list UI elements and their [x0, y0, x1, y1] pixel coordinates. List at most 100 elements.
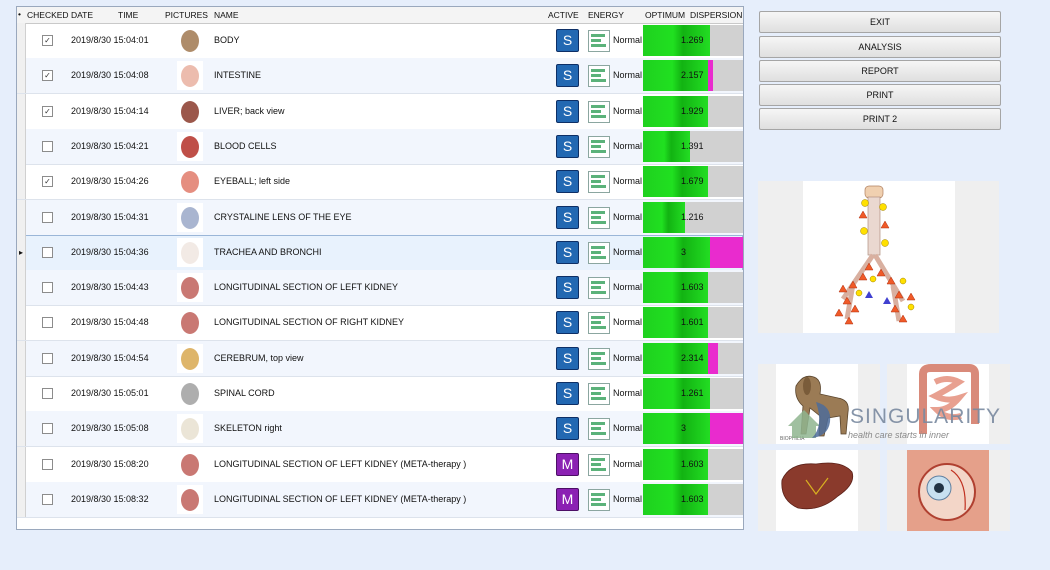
- energy-status: Normal: [613, 317, 643, 328]
- active-mode-button[interactable]: S: [556, 64, 579, 88]
- active-mode-button[interactable]: S: [556, 382, 579, 405]
- header-pictures[interactable]: PICTURES: [165, 10, 208, 20]
- table-row[interactable]: 2019/8/30 15:05:08 SKELETON right S Normal 3: [17, 411, 743, 448]
- table-row[interactable]: ✓ 2019/8/30 15:04:08 INTESTINE S Normal 2.157: [17, 58, 743, 95]
- dispersion-bar-fill: [643, 413, 710, 445]
- energy-chart-icon: [588, 383, 610, 405]
- dispersion-value: 1.929: [681, 105, 704, 116]
- checked-checkbox[interactable]: [42, 140, 53, 152]
- dispersion-value: 1.603: [681, 458, 704, 469]
- header-name[interactable]: NAME: [214, 10, 239, 20]
- active-mode-button[interactable]: S: [556, 29, 579, 52]
- active-mode-button[interactable]: S: [556, 170, 579, 194]
- energy-status: Normal: [613, 352, 643, 363]
- energy-chart-icon: [588, 241, 610, 264]
- organ-thumbnail-icon: [177, 484, 203, 514]
- row-indicator[interactable]: [17, 128, 26, 164]
- active-mode-button[interactable]: S: [556, 417, 579, 441]
- exit-button[interactable]: EXIT: [759, 11, 1001, 33]
- table-row[interactable]: 2019/8/30 15:04:43 LONGITUDINAL SECTION O…: [17, 270, 743, 307]
- active-mode-button[interactable]: S: [556, 276, 579, 300]
- table-row[interactable]: 2019/8/30 15:08:20 LONGITUDINAL SECTION O…: [17, 446, 743, 483]
- active-mode-button[interactable]: M: [556, 487, 579, 511]
- table-row[interactable]: 2019/8/30 15:04:21 BLOOD CELLS S Normal 1.39…: [17, 128, 743, 165]
- energy-status: Normal: [613, 211, 643, 222]
- checked-checkbox[interactable]: [42, 352, 53, 364]
- row-indicator[interactable]: [17, 93, 26, 129]
- active-mode-button[interactable]: S: [556, 99, 579, 123]
- active-mode-button[interactable]: S: [556, 346, 579, 370]
- checked-checkbox[interactable]: [42, 317, 53, 329]
- energy-chart-icon: [588, 312, 610, 335]
- row-indicator[interactable]: [17, 481, 26, 517]
- energy-chart-icon: [588, 277, 610, 300]
- table-row[interactable]: 2019/8/30 15:08:32 LONGITUDINAL SECTION O…: [17, 481, 743, 518]
- organ-thumbnail-icon: [177, 26, 203, 55]
- current-row-arrow-icon: ▸: [19, 247, 24, 257]
- row-indicator[interactable]: [17, 164, 26, 200]
- energy-chart-icon: [588, 206, 610, 229]
- checked-checkbox[interactable]: [42, 246, 53, 258]
- checked-checkbox[interactable]: ✓: [42, 35, 53, 46]
- checked-checkbox[interactable]: [42, 282, 53, 294]
- row-datetime: 2019/8/30 15:04:21: [71, 140, 149, 151]
- row-indicator[interactable]: [17, 58, 26, 94]
- row-indicator[interactable]: [17, 376, 26, 411]
- row-indicator[interactable]: [17, 411, 26, 447]
- active-mode-button[interactable]: S: [556, 311, 579, 335]
- row-indicator[interactable]: [17, 23, 26, 58]
- dispersion-value: 1.679: [681, 176, 704, 187]
- table-row[interactable]: 2019/8/30 15:04:48 LONGITUDINAL SECTION O…: [17, 305, 743, 342]
- dispersion-value: 2.314: [681, 352, 704, 363]
- row-name: LONGITUDINAL SECTION OF LEFT KIDNEY (MET…: [214, 458, 467, 469]
- dispersion-value: 1.603: [681, 493, 704, 504]
- table-row[interactable]: 2019/8/30 15:04:31 CRYSTALINE LENS OF THE…: [17, 199, 743, 236]
- table-row[interactable]: 2019/8/30 15:05:01 SPINAL CORD S Normal 1.26…: [17, 376, 743, 412]
- print-2-button[interactable]: PRINT 2: [759, 108, 1001, 130]
- row-name: CEREBRUM, top view: [214, 352, 304, 363]
- active-mode-button[interactable]: S: [556, 240, 579, 264]
- header-time[interactable]: TIME: [118, 10, 138, 20]
- header-optimum[interactable]: OPTIMUM: [645, 10, 685, 20]
- table-row[interactable]: ▸ 2019/8/30 15:04:36 TRACHEA AND BRONCHI S N…: [17, 234, 743, 271]
- checked-checkbox[interactable]: ✓: [42, 70, 53, 82]
- row-name: EYEBALL; left side: [214, 176, 291, 187]
- checked-checkbox[interactable]: [42, 458, 53, 470]
- row-indicator[interactable]: ▸: [17, 234, 26, 270]
- table-row[interactable]: 2019/8/30 15:04:54 CEREBRUM, top view S Nor…: [17, 340, 743, 377]
- energy-status: Normal: [613, 70, 643, 81]
- active-mode-button[interactable]: S: [556, 205, 579, 229]
- analysis-button[interactable]: ANALYSIS: [759, 36, 1001, 58]
- row-name: BODY: [214, 35, 240, 45]
- header-date[interactable]: DATE: [71, 10, 93, 20]
- row-indicator[interactable]: [17, 340, 26, 376]
- header-dispersion[interactable]: DISPERSION: [690, 10, 742, 20]
- header-checked[interactable]: CHECKED: [27, 10, 69, 20]
- print-button[interactable]: PRINT: [759, 84, 1001, 106]
- organ-thumbnail-icon: [177, 308, 203, 338]
- row-name: TRACHEA AND BRONCHI: [214, 246, 322, 257]
- checked-checkbox[interactable]: ✓: [42, 176, 53, 188]
- checked-checkbox[interactable]: [42, 211, 53, 223]
- table-row[interactable]: ✓ 2019/8/30 15:04:14 LIVER; back view S Norm…: [17, 93, 743, 130]
- active-mode-button[interactable]: S: [556, 134, 579, 158]
- energy-status: Normal: [613, 176, 643, 187]
- checked-checkbox[interactable]: ✓: [42, 105, 53, 117]
- eyeball-image: [907, 450, 989, 531]
- checked-checkbox[interactable]: [42, 493, 53, 505]
- row-indicator[interactable]: [17, 270, 26, 306]
- row-indicator[interactable]: [17, 446, 26, 482]
- header-active[interactable]: ACTIVE: [548, 10, 579, 20]
- header-energy[interactable]: ENERGY: [588, 10, 624, 20]
- checked-checkbox[interactable]: [42, 423, 53, 435]
- table-row[interactable]: ✓ 2019/8/30 15:04:01 BODY S Normal 1.269: [17, 23, 743, 59]
- report-button[interactable]: REPORT: [759, 60, 1001, 82]
- energy-chart-icon: [588, 171, 610, 194]
- row-indicator[interactable]: [17, 305, 26, 341]
- organ-thumbnail-icon: [177, 202, 203, 232]
- checked-checkbox[interactable]: [42, 388, 53, 399]
- energy-status: Normal: [613, 105, 643, 116]
- table-row[interactable]: ✓ 2019/8/30 15:04:26 EYEBALL; left side S No…: [17, 164, 743, 201]
- active-mode-button[interactable]: M: [556, 452, 579, 476]
- row-indicator[interactable]: [17, 199, 26, 235]
